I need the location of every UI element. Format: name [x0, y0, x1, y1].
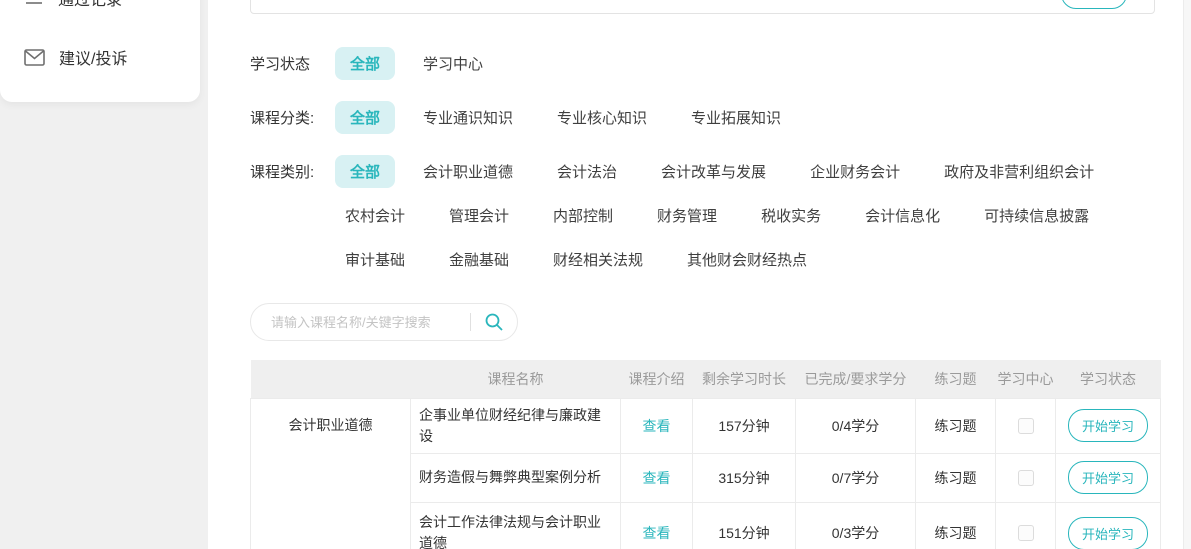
filter-option[interactable]: 企业财务会计: [810, 161, 900, 182]
filter-options: 专业通识知识 专业核心知识 专业拓展知识: [423, 107, 781, 128]
learning-center-cell: [995, 501, 1056, 549]
filter-option[interactable]: 税收实务: [761, 205, 821, 226]
filter-option-selected[interactable]: 全部: [335, 46, 396, 80]
sidebar-item-label: 建议/投诉: [59, 51, 128, 68]
filter-row-type: 课程类别: 全部 会计职业道德 会计法治 会计改革与发展 企业财务会计 政府及非营利组织…: [250, 154, 1094, 188]
learning-center-checkbox[interactable]: [1017, 525, 1034, 541]
status-cell: 开始学习: [1055, 397, 1161, 454]
exercise-link[interactable]: 练习题: [935, 525, 977, 541]
filter-label: 课程分类:: [250, 109, 315, 127]
status-cell: 开始学习: [1055, 501, 1161, 549]
sidebar: 通过记录 建议/投诉: [0, 0, 200, 102]
credits-cell: 0/3学分: [795, 501, 916, 549]
list-icon: [24, 0, 44, 8]
course-intro-cell: 查看: [620, 452, 693, 503]
column-header: 课程名称: [410, 360, 621, 398]
filter-option[interactable]: 内部控制: [553, 205, 613, 226]
remaining-time-cell: 151分钟: [692, 501, 796, 549]
filter-option[interactable]: 会计信息化: [865, 205, 940, 226]
sidebar-item-feedback[interactable]: 建议/投诉: [24, 45, 127, 69]
course-intro-cell: 查看: [620, 501, 693, 549]
exercise-link[interactable]: 练习题: [935, 418, 977, 434]
filter-option[interactable]: 会计职业道德: [423, 161, 513, 182]
filter-option[interactable]: 财经相关法规: [553, 249, 643, 270]
table-body: 会计职业道德 企事业单位财经纪律与廉政建设 查看 157分钟 0/4学分 练习题 开始学习财…: [250, 397, 1161, 549]
exercise-cell: 练习题: [915, 452, 996, 503]
view-link[interactable]: 查看: [643, 470, 671, 486]
filter-option[interactable]: 政府及非营利组织会计: [944, 161, 1094, 182]
column-header: [250, 360, 411, 398]
filter-option[interactable]: 管理会计: [449, 205, 509, 226]
filter-row-category: 课程分类: 全部 专业通识知识 专业核心知识 专业拓展知识: [250, 100, 781, 134]
course-name-cell: 财务造假与舞弊典型案例分析: [410, 452, 621, 503]
filter-option-selected[interactable]: 全部: [335, 154, 396, 188]
table-header-row: 课程名称 课程介绍 剩余学习时长 已完成/要求学分 练习题 学习中心 学习状态: [250, 360, 1161, 398]
filter-option[interactable]: 审计基础: [345, 249, 405, 270]
start-learning-button[interactable]: 开始学习: [1067, 409, 1148, 442]
filter-option-selected[interactable]: 全部: [335, 100, 396, 134]
learning-center-checkbox[interactable]: [1017, 417, 1034, 434]
column-header: 学习中心: [995, 360, 1056, 398]
exercise-cell: 练习题: [915, 397, 996, 454]
filter-option[interactable]: 专业拓展知识: [691, 107, 781, 128]
filter-option[interactable]: 可持续信息披露: [984, 205, 1089, 226]
filter-option[interactable]: 专业通识知识: [423, 107, 513, 128]
filter-option[interactable]: 其他财会财经热点: [687, 249, 807, 270]
course-search-box: [250, 303, 518, 341]
filter-row-type-line3: 审计基础 金融基础 财经相关法规 其他财会财经热点: [345, 244, 807, 274]
sidebar-item-records[interactable]: 通过记录: [24, 0, 122, 10]
category-cell: 会计职业道德: [250, 397, 411, 549]
top-search-button[interactable]: [1061, 0, 1127, 9]
credits-cell: 0/7学分: [795, 452, 916, 503]
filter-option[interactable]: 金融基础: [449, 249, 509, 270]
course-intro-cell: 查看: [620, 397, 693, 454]
remaining-time-cell: 315分钟: [692, 452, 796, 503]
course-learning-page: 通过记录 建议/投诉 学习状态 全部 学习中心 课程分类: 全部 专业通识知识专…: [0, 0, 1191, 549]
filter-options: 学习中心: [423, 53, 483, 74]
credits-cell: 0/4学分: [795, 397, 916, 454]
filter-option[interactable]: 学习中心: [423, 53, 483, 74]
filter-options: 会计职业道德 会计法治 会计改革与发展 企业财务会计 政府及非营利组织会计: [423, 161, 1094, 182]
filter-option[interactable]: 会计法治: [557, 161, 617, 182]
start-learning-button[interactable]: 开始学习: [1067, 461, 1148, 494]
top-search-box[interactable]: [250, 0, 1155, 14]
filter-row-status: 学习状态 全部 学习中心: [250, 46, 483, 80]
filter-options: 审计基础 金融基础 财经相关法规 其他财会财经热点: [345, 249, 807, 270]
exercise-cell: 练习题: [915, 501, 996, 549]
column-header: 剩余学习时长: [692, 360, 796, 398]
view-link[interactable]: 查看: [643, 525, 671, 541]
mail-icon: [24, 48, 45, 66]
filter-options: 农村会计 管理会计 内部控制 财务管理 税收实务 会计信息化 可持续信息披露: [345, 205, 1089, 226]
course-name-cell: 会计工作法律法规与会计职业道德: [410, 501, 621, 549]
column-header: 已完成/要求学分: [795, 360, 916, 398]
scrollbar-track[interactable]: [1183, 0, 1191, 549]
learning-center-checkbox[interactable]: [1017, 469, 1034, 486]
filter-row-type-line2: 农村会计 管理会计 内部控制 财务管理 税收实务 会计信息化 可持续信息披露: [345, 200, 1089, 230]
filter-option[interactable]: 财务管理: [657, 205, 717, 226]
sidebar-item-label: 通过记录: [58, 0, 123, 9]
learning-center-cell: [995, 397, 1056, 454]
filter-label: 课程类别:: [250, 163, 315, 181]
start-learning-button[interactable]: 开始学习: [1067, 516, 1148, 549]
column-header: 练习题: [915, 360, 996, 398]
filter-option[interactable]: 会计改革与发展: [661, 161, 766, 182]
search-input[interactable]: [251, 314, 470, 330]
course-table: 课程名称 课程介绍 剩余学习时长 已完成/要求学分 练习题 学习中心 学习状态 会计职业道德…: [250, 360, 1161, 549]
column-header: 学习状态: [1055, 360, 1161, 398]
column-header: 课程介绍: [620, 360, 693, 398]
filter-option[interactable]: 专业核心知识: [557, 107, 647, 128]
filter-option[interactable]: 农村会计: [345, 205, 405, 226]
remaining-time-cell: 157分钟: [692, 397, 796, 454]
status-cell: 开始学习: [1055, 452, 1161, 503]
filter-label: 学习状态: [250, 55, 311, 73]
learning-center-cell: [995, 452, 1056, 503]
table-row: 会计职业道德 企事业单位财经纪律与廉政建设 查看 157分钟 0/4学分 练习题 开始学习: [250, 397, 1161, 549]
course-name-cell: 企事业单位财经纪律与廉政建设: [410, 397, 621, 454]
view-link[interactable]: 查看: [643, 418, 671, 434]
search-icon[interactable]: [471, 312, 517, 332]
exercise-link[interactable]: 练习题: [935, 470, 977, 486]
